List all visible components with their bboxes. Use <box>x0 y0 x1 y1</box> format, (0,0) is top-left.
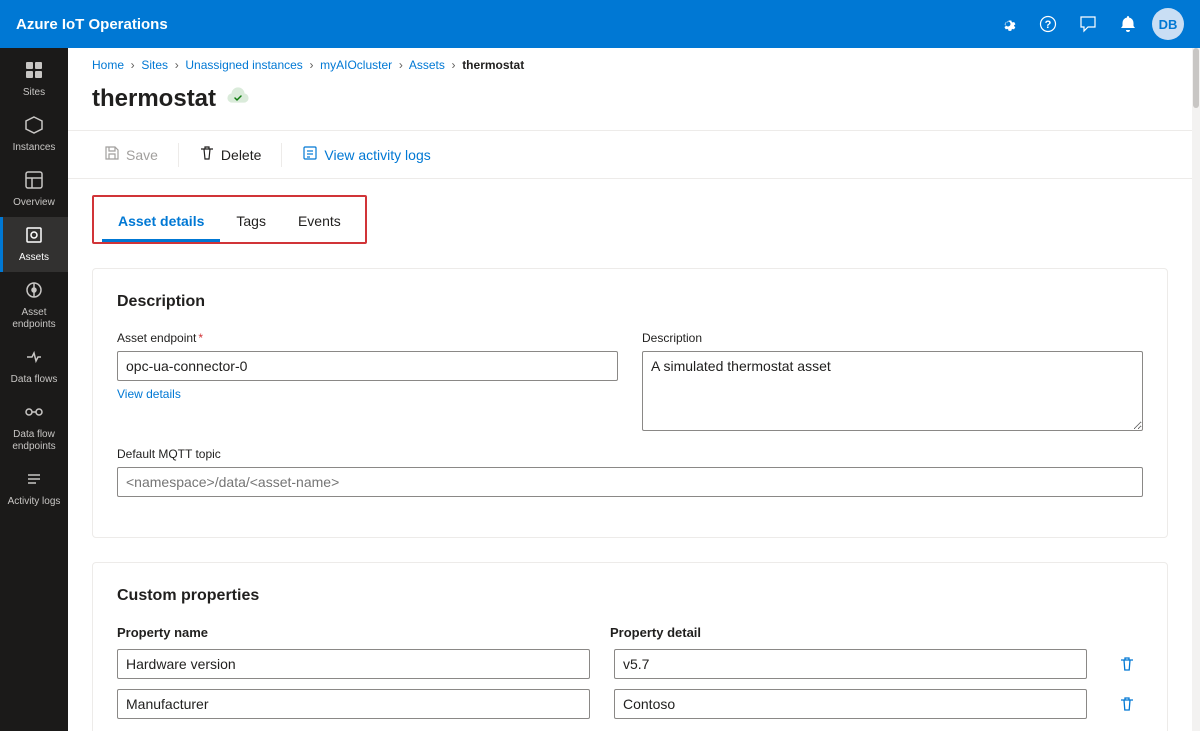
tabs-highlight-border: Asset details Tags Events <box>92 195 367 244</box>
props-row-1 <box>117 688 1143 720</box>
sidebar: Sites Instances Overview Assets Asset en… <box>0 48 68 731</box>
description-label: Description <box>642 331 1143 345</box>
asset-endpoint-group: Asset endpoint* View details <box>117 331 618 431</box>
toolbar: Save Delete View activity logs <box>68 130 1192 179</box>
main-layout: Sites Instances Overview Assets Asset en… <box>0 48 1200 731</box>
sidebar-label-activity-logs: Activity logs <box>8 496 61 508</box>
props-col-detail-header: Property detail <box>610 625 1079 640</box>
sidebar-label-overview: Overview <box>13 197 55 209</box>
view-activity-logs-label: View activity logs <box>324 147 430 163</box>
activity-log-icon <box>302 145 318 164</box>
sidebar-item-sites[interactable]: Sites <box>0 52 68 107</box>
mqtt-topic-row: Default MQTT topic <box>117 447 1143 497</box>
top-nav-icons: ? DB <box>992 8 1184 40</box>
tabs-row: Asset details Tags Events <box>102 205 357 242</box>
sidebar-item-asset-endpoints[interactable]: Asset endpoints <box>0 272 68 339</box>
page-title-row: thermostat <box>68 76 1192 130</box>
breadcrumb-unassigned-instances[interactable]: Unassigned instances <box>185 58 302 72</box>
tab-asset-details[interactable]: Asset details <box>102 205 220 242</box>
description-section: Description Asset endpoint* View details… <box>92 268 1168 538</box>
breadcrumb-sites[interactable]: Sites <box>141 58 168 72</box>
sidebar-item-data-flows[interactable]: Data flows <box>0 339 68 394</box>
asset-endpoint-label: Asset endpoint* <box>117 331 618 345</box>
save-button[interactable]: Save <box>92 139 170 170</box>
description-group: Description A simulated thermostat asset <box>642 331 1143 431</box>
props-name-input-1[interactable] <box>117 689 590 719</box>
mqtt-topic-input[interactable] <box>117 467 1143 497</box>
data-flows-icon <box>24 347 44 372</box>
settings-button[interactable] <box>992 8 1024 40</box>
breadcrumb-cluster[interactable]: myAIOcluster <box>320 58 392 72</box>
tab-events-label: Events <box>298 213 341 229</box>
scrollbar-thumb <box>1193 48 1199 108</box>
props-col-name-header: Property name <box>117 625 586 640</box>
help-button[interactable]: ? <box>1032 8 1064 40</box>
sidebar-label-instances: Instances <box>13 142 56 154</box>
feedback-button[interactable] <box>1072 8 1104 40</box>
delete-icon <box>199 145 215 164</box>
tab-tags-label: Tags <box>236 213 266 229</box>
overview-icon <box>24 170 44 195</box>
scrollbar-area[interactable] <box>1192 48 1200 731</box>
sidebar-item-assets[interactable]: Assets <box>0 217 68 272</box>
props-name-input-0[interactable] <box>117 649 590 679</box>
top-nav: Azure IoT Operations ? DB <box>0 0 1200 48</box>
props-row-0 <box>117 648 1143 680</box>
delete-button[interactable]: Delete <box>187 139 273 170</box>
view-details-link[interactable]: View details <box>117 387 618 401</box>
breadcrumb: Home › Sites › Unassigned instances › my… <box>68 48 1192 76</box>
app-title: Azure IoT Operations <box>16 16 992 33</box>
sidebar-item-activity-logs[interactable]: Activity logs <box>0 461 68 516</box>
avatar[interactable]: DB <box>1152 8 1184 40</box>
sidebar-label-assets: Assets <box>19 252 49 264</box>
assets-icon <box>24 225 44 250</box>
props-detail-input-0[interactable] <box>614 649 1087 679</box>
sites-icon <box>24 60 44 85</box>
delete-label: Delete <box>221 147 261 163</box>
activity-logs-icon <box>24 469 44 494</box>
instances-icon <box>24 115 44 140</box>
toolbar-separator-1 <box>178 143 179 167</box>
description-input[interactable]: A simulated thermostat asset <box>642 351 1143 431</box>
breadcrumb-home[interactable]: Home <box>92 58 124 72</box>
content-area: Home › Sites › Unassigned instances › my… <box>68 48 1192 731</box>
props-col-action-header <box>1103 625 1143 640</box>
props-delete-btn-0[interactable] <box>1111 648 1143 680</box>
props-header-row: Property name Property detail <box>117 625 1143 640</box>
breadcrumb-current: thermostat <box>462 58 524 72</box>
breadcrumb-assets[interactable]: Assets <box>409 58 445 72</box>
svg-text:?: ? <box>1045 19 1052 31</box>
tab-asset-details-label: Asset details <box>118 213 204 229</box>
notifications-button[interactable] <box>1112 8 1144 40</box>
sidebar-label-asset-endpoints: Asset endpoints <box>4 307 64 331</box>
props-delete-btn-1[interactable] <box>1111 688 1143 720</box>
page-title: thermostat <box>92 85 216 113</box>
save-label: Save <box>126 147 158 163</box>
sidebar-item-data-flow-endpoints[interactable]: Data flow endpoints <box>0 394 68 461</box>
tab-events[interactable]: Events <box>282 205 357 242</box>
sidebar-label-sites: Sites <box>23 87 45 99</box>
tab-tags[interactable]: Tags <box>220 205 282 242</box>
toolbar-separator-2 <box>281 143 282 167</box>
sidebar-item-overview[interactable]: Overview <box>0 162 68 217</box>
custom-properties-title: Custom properties <box>117 587 1143 605</box>
sidebar-label-data-flows: Data flows <box>11 374 58 386</box>
required-star: * <box>198 331 203 345</box>
data-flow-endpoints-icon <box>24 402 44 427</box>
asset-endpoint-input[interactable] <box>117 351 618 381</box>
mqtt-topic-label: Default MQTT topic <box>117 447 1143 461</box>
asset-endpoints-icon <box>24 280 44 305</box>
description-section-title: Description <box>117 293 1143 311</box>
sidebar-item-instances[interactable]: Instances <box>0 107 68 162</box>
props-detail-input-1[interactable] <box>614 689 1087 719</box>
asset-endpoint-description-row: Asset endpoint* View details Description… <box>117 331 1143 431</box>
mqtt-topic-group: Default MQTT topic <box>117 447 1143 497</box>
save-icon <box>104 145 120 164</box>
sidebar-label-data-flow-endpoints: Data flow endpoints <box>4 429 64 453</box>
view-activity-logs-button[interactable]: View activity logs <box>290 139 442 170</box>
custom-properties-section: Custom properties Property name Property… <box>92 562 1168 731</box>
cloud-check-icon <box>226 84 250 114</box>
